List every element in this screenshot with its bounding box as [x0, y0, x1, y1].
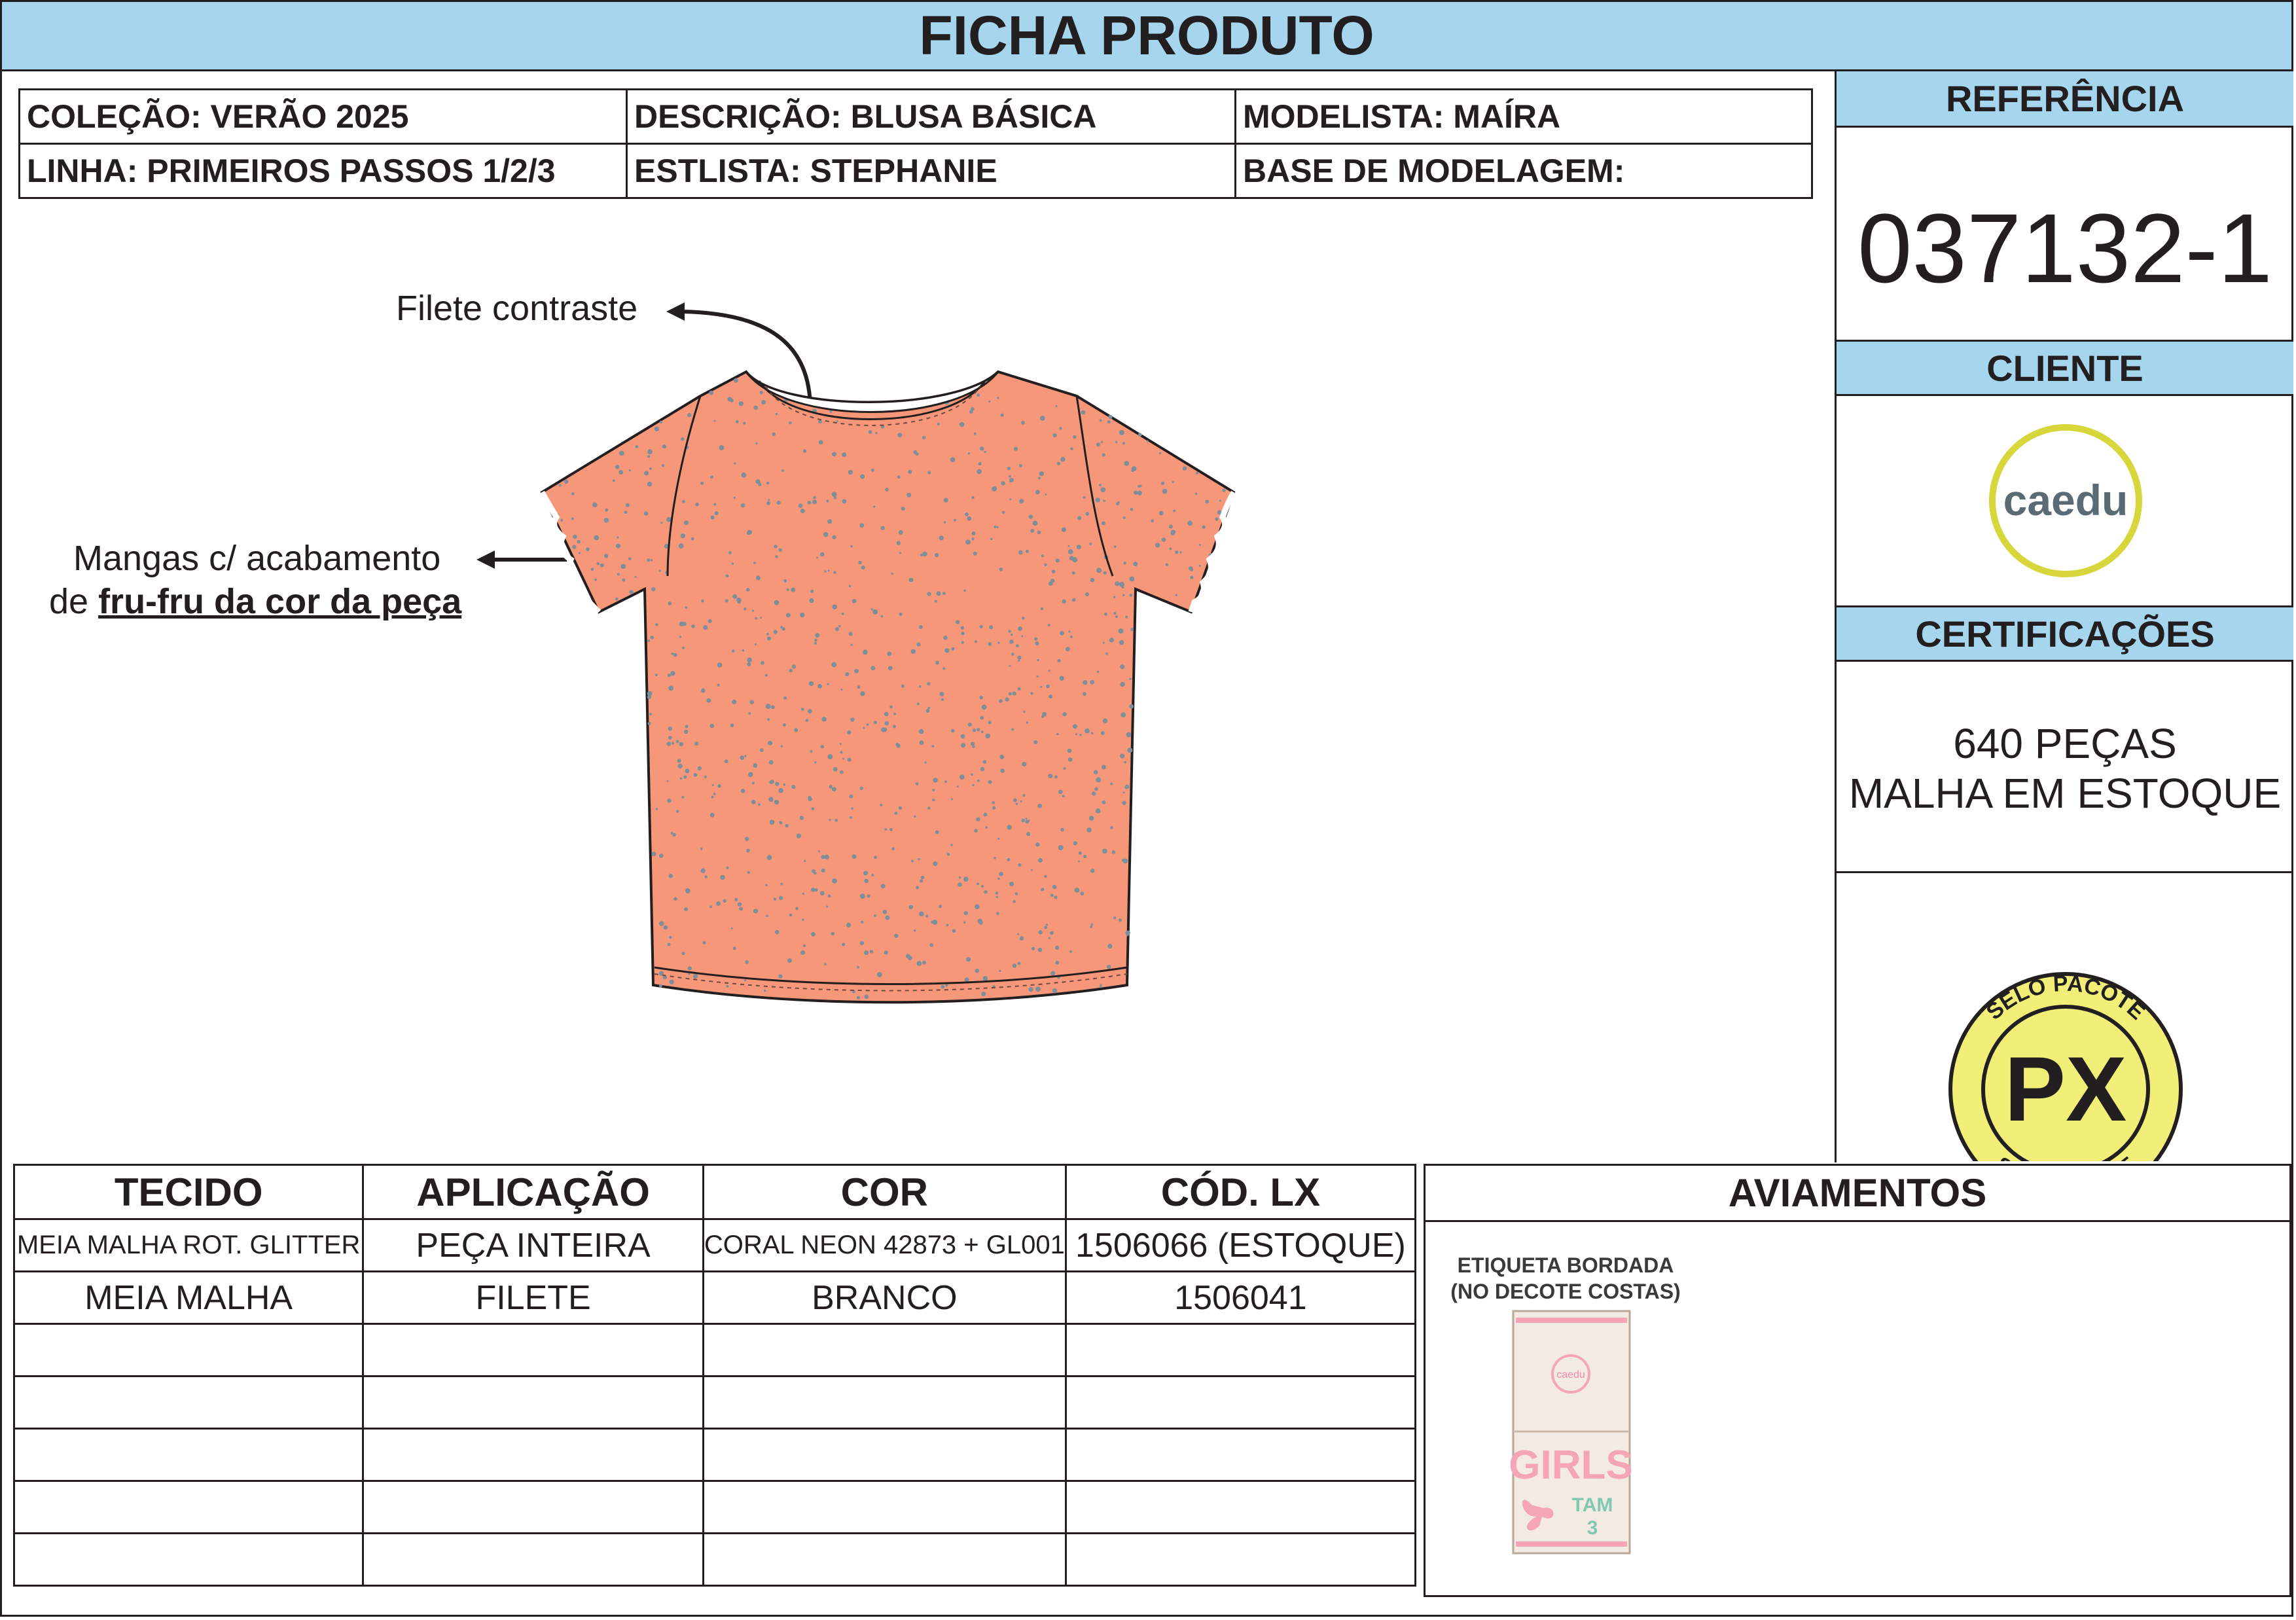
table-cell [362, 1375, 704, 1430]
cert-stock: MALHA EM ESTOQUE [1848, 770, 2282, 817]
label-tam-text: TAM [1572, 1494, 1613, 1516]
right-sidebar: REFERÊNCIA 037132-1 CLIENTE caedu CERTIF… [1835, 71, 2293, 1162]
table-cell [1064, 1323, 1417, 1377]
table-cell [702, 1428, 1067, 1482]
etiqueta-title: ETIQUETA BORDADA (NO DECOTE COSTAS) [1448, 1252, 1683, 1305]
col-tecido: TECIDO [12, 1164, 365, 1220]
table-cell: 1506066 (ESTOQUE) [1064, 1218, 1417, 1272]
label-girls-text: GIRLS [1511, 1443, 1633, 1488]
col-cor: COR [702, 1164, 1067, 1220]
table-cell: 1506041 [1064, 1270, 1417, 1325]
table-row [12, 1480, 1417, 1534]
fabric-table: TECIDO APLICAÇÃO COR CÓD. LX MEIA MALHA … [12, 1164, 1417, 1587]
caedu-logo-text: caedu [2003, 476, 2128, 524]
table-cell [362, 1480, 704, 1534]
table-cell [702, 1323, 1067, 1377]
certificacoes-header: CERTIFICAÇÕES [1837, 605, 2293, 662]
table-cell: PEÇA INTEIRA [362, 1218, 704, 1272]
referencia-value: 037132-1 [1857, 192, 2272, 303]
col-cod-lx: CÓD. LX [1064, 1164, 1417, 1220]
table-cell [1064, 1375, 1417, 1430]
aviamentos-header: AVIAMENTOS [1426, 1166, 2289, 1222]
table-row [12, 1532, 1417, 1587]
table-cell: CORAL NEON 42873 + GL001 [702, 1218, 1067, 1272]
cert-pieces: 640 PEÇAS [1953, 720, 2177, 767]
table-cell: BRANCO [702, 1270, 1067, 1325]
table-cell [12, 1532, 365, 1587]
filete-arrowhead [666, 302, 685, 321]
col-aplicacao: APLICAÇÃO [362, 1164, 704, 1220]
table-cell [362, 1428, 704, 1482]
table-cell [12, 1428, 365, 1482]
table-cell: MEIA MALHA [12, 1270, 365, 1325]
table-row [12, 1428, 1417, 1482]
table-cell [702, 1375, 1067, 1430]
caedu-logo: caedu [1989, 424, 2142, 577]
certificacoes-text: 640 PEÇAS MALHA EM ESTOQUE [1837, 706, 2293, 831]
table-cell [12, 1323, 365, 1377]
seal-center-text: PX [2005, 1037, 2127, 1140]
table-row: MEIA MALHA ROT. GLITTER PEÇA INTEIRA COR… [12, 1218, 1417, 1272]
label-brand-text: caedu [1556, 1369, 1585, 1380]
mangas-arrowhead [476, 550, 495, 569]
cliente-header: CLIENTE [1837, 340, 2293, 396]
table-row: MEIA MALHA FILETE BRANCO 1506041 [12, 1270, 1417, 1325]
etiqueta-title-line1: ETIQUETA BORDADA [1457, 1253, 1674, 1277]
referencia-header: REFERÊNCIA [1837, 71, 2293, 128]
table-cell [1064, 1428, 1417, 1482]
fabric-table-header: TECIDO APLICAÇÃO COR CÓD. LX [12, 1164, 1417, 1220]
tshirt-body [540, 370, 1236, 1004]
table-cell [362, 1532, 704, 1587]
table-cell [12, 1375, 365, 1430]
aviamentos-panel: AVIAMENTOS ETIQUETA BORDADA (NO DECOTE C… [1424, 1164, 2291, 1597]
table-cell [362, 1323, 704, 1377]
table-cell [1064, 1480, 1417, 1534]
table-cell [1064, 1532, 1417, 1587]
table-cell [12, 1480, 365, 1534]
tshirt-drawing [476, 302, 1236, 1004]
table-cell: FILETE [362, 1270, 704, 1325]
embroidered-label: caedu GIRLS TAM 3 [1511, 1310, 1633, 1555]
table-cell: MEIA MALHA ROT. GLITTER [12, 1218, 365, 1272]
label-size-text: 3 [1587, 1517, 1598, 1539]
table-cell [702, 1532, 1067, 1587]
table-row [12, 1323, 1417, 1377]
etiqueta-title-line2: (NO DECOTE COSTAS) [1450, 1280, 1681, 1303]
table-row [12, 1375, 1417, 1430]
table-cell [702, 1480, 1067, 1534]
selo-pacote-seal: SELO PACOTE SELO PACOTE PX [1948, 971, 2183, 1161]
